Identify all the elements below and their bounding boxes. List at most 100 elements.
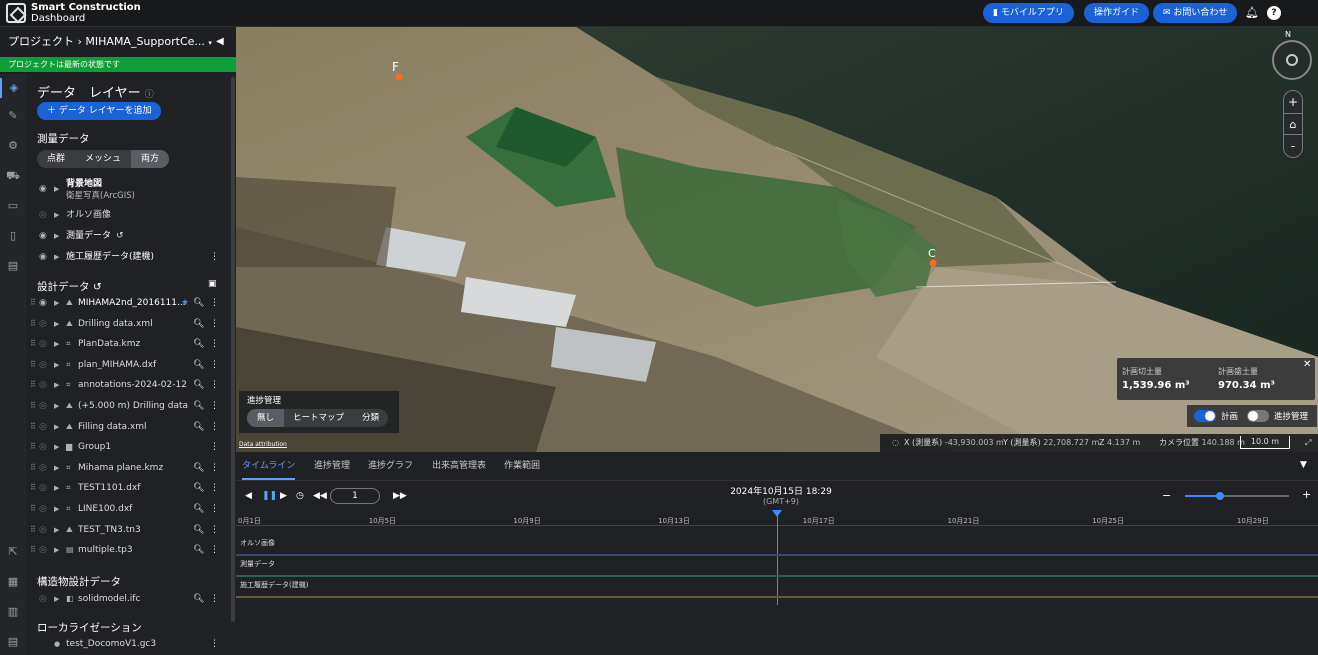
- file-icon[interactable]: ▤: [0, 632, 26, 652]
- drag-handle-icon[interactable]: ⠿: [30, 437, 36, 457]
- device-icon[interactable]: ▯: [0, 226, 26, 246]
- caret-right-icon[interactable]: ▶: [54, 179, 59, 199]
- timeline-zoom-in-button[interactable]: +: [1302, 488, 1311, 501]
- eye-icon[interactable]: ◉: [39, 179, 47, 199]
- home-icon[interactable]: ⌂: [1284, 113, 1302, 135]
- caret-right-icon[interactable]: ▶: [54, 396, 59, 416]
- collapse-timeline-icon[interactable]: ▼: [1300, 460, 1307, 470]
- drag-handle-icon[interactable]: ⠿: [30, 458, 36, 478]
- caret-right-icon[interactable]: ▶: [54, 478, 59, 498]
- layer-row[interactable]: ◉ ▶ 施工履歴データ(建機) ⋮: [26, 247, 236, 267]
- play-icon[interactable]: ▶: [280, 491, 287, 501]
- segment-mesh[interactable]: メッシュ: [75, 150, 131, 168]
- zoom-to-icon[interactable]: 🔍︎: [193, 478, 204, 498]
- tab-progress[interactable]: 進捗管理: [314, 452, 350, 480]
- progress-toggle[interactable]: [1247, 410, 1269, 422]
- more-icon[interactable]: ⋮: [210, 589, 219, 609]
- more-icon[interactable]: ⋮: [210, 375, 219, 395]
- layer-row[interactable]: ◎ ▶ ◧ solidmodel.ifc 🔍︎ ⋮: [26, 589, 236, 609]
- caret-right-icon[interactable]: ▶: [54, 589, 59, 609]
- mobile-app-button[interactable]: ▮ モバイルアプリ: [983, 3, 1074, 23]
- caret-right-icon[interactable]: ▶: [54, 540, 59, 560]
- report-icon[interactable]: ▦: [0, 572, 26, 592]
- caret-right-icon[interactable]: ▶: [54, 375, 59, 395]
- caret-right-icon[interactable]: ▶: [54, 520, 59, 540]
- step-back-icon[interactable]: ◀: [245, 491, 252, 501]
- drag-handle-icon[interactable]: ⠿: [30, 478, 36, 498]
- layer-row[interactable]: ◉ ▶ 測量データ ↺: [26, 226, 236, 246]
- more-icon[interactable]: ⋮: [210, 437, 219, 457]
- step-input[interactable]: 1: [330, 488, 380, 504]
- more-icon[interactable]: ⋮: [210, 334, 219, 354]
- more-icon[interactable]: ⋮: [210, 293, 219, 313]
- drag-handle-icon[interactable]: ⠿: [30, 417, 36, 437]
- progress-mode-none[interactable]: 無し: [247, 409, 285, 427]
- caret-right-icon[interactable]: ▶: [54, 334, 59, 354]
- breadcrumb-project[interactable]: MIHAMA_SupportCe...: [85, 35, 204, 48]
- compass[interactable]: N: [1272, 30, 1312, 80]
- close-icon[interactable]: ✕: [1303, 359, 1311, 370]
- zoom-out-button[interactable]: -: [1284, 135, 1302, 157]
- eye-off-icon[interactable]: ◎: [39, 458, 47, 478]
- breadcrumb-root[interactable]: プロジェクト: [8, 35, 74, 48]
- stats-icon[interactable]: ▤: [0, 256, 26, 276]
- layer-row[interactable]: ◉ ▶ 背景地図 衛星写真(ArcGIS): [26, 179, 236, 205]
- track-row[interactable]: オルソ画像: [236, 536, 1318, 556]
- layer-row[interactable]: ⠿◎ ▶ ⌗ annotations-2024-02-12.dxf 🔍︎ ⋮: [26, 375, 236, 395]
- caret-right-icon[interactable]: ▶: [54, 247, 59, 267]
- eye-icon[interactable]: ◉: [39, 293, 47, 313]
- rewind-icon[interactable]: ◀◀: [313, 491, 327, 501]
- eye-off-icon[interactable]: ◎: [39, 396, 47, 416]
- layer-row[interactable]: ⠿ ◎ ▶ ▆ Group1 ⋮: [26, 437, 236, 457]
- tab-output-table[interactable]: 出来高管理表: [432, 452, 486, 480]
- caret-right-icon[interactable]: ▶: [54, 499, 59, 519]
- settings-icon[interactable]: ⚙: [0, 136, 26, 156]
- eye-off-icon[interactable]: ◎: [39, 355, 47, 375]
- caret-right-icon[interactable]: ▶: [54, 314, 59, 334]
- drag-handle-icon[interactable]: ⠿: [30, 499, 36, 519]
- guide-button[interactable]: 操作ガイド: [1084, 3, 1150, 23]
- more-icon[interactable]: ⋮: [210, 634, 219, 654]
- eye-off-icon[interactable]: ◎: [39, 375, 47, 395]
- tab-work-area[interactable]: 作業範囲: [504, 452, 540, 480]
- more-icon[interactable]: ⋮: [210, 478, 219, 498]
- eye-off-icon[interactable]: ◎: [39, 314, 47, 334]
- caret-right-icon[interactable]: ▶: [54, 293, 59, 313]
- drag-handle-icon[interactable]: ⠿: [30, 396, 36, 416]
- layer-row[interactable]: ◎ ▶ オルソ画像: [26, 205, 236, 225]
- folder-icon[interactable]: ▭: [0, 196, 26, 216]
- eye-off-icon[interactable]: ◎: [39, 478, 47, 498]
- caret-right-icon[interactable]: ▶: [54, 355, 59, 375]
- zoom-in-button[interactable]: +: [1284, 91, 1302, 113]
- eye-off-icon[interactable]: ◎: [39, 205, 47, 225]
- more-icon[interactable]: ⋮: [210, 499, 219, 519]
- fullscreen-icon[interactable]: ⤢: [1305, 434, 1311, 452]
- zoom-to-icon[interactable]: 🔍︎: [193, 375, 204, 395]
- pause-icon[interactable]: ❚❚: [262, 491, 277, 501]
- zoom-to-icon[interactable]: 🔍︎: [193, 293, 204, 313]
- zoom-to-icon[interactable]: 🔍︎: [193, 540, 204, 560]
- bell-icon[interactable]: 🔔︎: [1245, 6, 1259, 20]
- drag-handle-icon[interactable]: ⠿: [30, 520, 36, 540]
- coord-mode-icon[interactable]: ◌: [892, 434, 899, 452]
- layer-row[interactable]: ⠿ ◎ ▶ ⛰ Drilling data.xml 🔍︎ ⋮: [26, 314, 236, 334]
- tab-progress-graph[interactable]: 進捗グラフ: [368, 452, 413, 480]
- layer-row[interactable]: ⠿ ◉ ▶ ⛰ MIHAMA2nd_2016111... ★ 🔍︎ ⋮: [26, 293, 236, 313]
- more-icon[interactable]: ⋮: [210, 458, 219, 478]
- drag-handle-icon[interactable]: ⠿: [30, 375, 36, 395]
- layer-row[interactable]: ⠿ ◎ ▶ ⌗ TEST1101.dxf 🔍︎ ⋮: [26, 478, 236, 498]
- segment-pointcloud[interactable]: 点群: [37, 150, 75, 168]
- eye-off-icon[interactable]: ◎: [39, 499, 47, 519]
- more-icon[interactable]: ⋮: [210, 540, 219, 560]
- zoom-to-icon[interactable]: 🔍︎: [193, 499, 204, 519]
- progress-mode-classify[interactable]: 分類: [353, 409, 388, 427]
- drag-handle-icon[interactable]: ⠿: [30, 293, 36, 313]
- zoom-to-icon[interactable]: 🔍︎: [193, 417, 204, 437]
- help-icon[interactable]: ?: [1267, 6, 1281, 20]
- layer-row[interactable]: ⠿ ◎ ▶ ▤ multiple.tp3 🔍︎ ⋮: [26, 540, 236, 560]
- tab-timeline[interactable]: タイムライン: [242, 452, 296, 480]
- layer-row[interactable]: ⠿ ◎ ▶ ⛰ TEST_TN3.tn3 🔍︎ ⋮: [26, 520, 236, 540]
- zoom-to-icon[interactable]: 🔍︎: [193, 458, 204, 478]
- layer-row[interactable]: ⠿ ◎ ▶ ⌗ LINE100.dxf 🔍︎ ⋮: [26, 499, 236, 519]
- layer-row[interactable]: ⠿ ◎ ▶ ⛰ Filling data.xml 🔍︎ ⋮: [26, 417, 236, 437]
